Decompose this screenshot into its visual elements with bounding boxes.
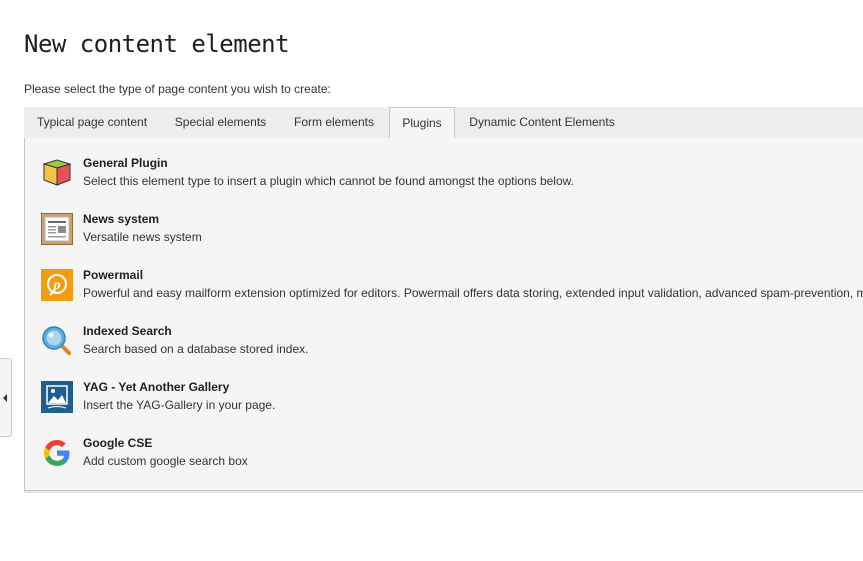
plugin-description: Versatile news system: [83, 230, 202, 244]
cube-icon: [41, 157, 73, 189]
tab-special-elements[interactable]: Special elements: [163, 107, 278, 138]
gallery-icon: [41, 381, 73, 413]
plugin-item-powermail[interactable]: p Powermail Powerful and easy mailform e…: [41, 268, 863, 316]
page-title: New content element: [24, 30, 290, 58]
plugin-item-yag-gallery[interactable]: YAG - Yet Another Gallery Insert the YAG…: [41, 380, 863, 428]
plugins-panel: General Plugin Select this element type …: [24, 138, 863, 491]
plugin-name: General Plugin: [83, 156, 168, 170]
new-content-element-page: New content element Please select the ty…: [0, 0, 863, 561]
content-type-tabs: Typical page content Special elements Fo…: [24, 107, 863, 139]
plugin-item-google-cse[interactable]: Google CSE Add custom google search box: [41, 436, 863, 484]
powermail-icon: p: [41, 269, 73, 301]
instruction-text: Please select the type of page content y…: [24, 82, 331, 96]
plugin-name: Indexed Search: [83, 324, 172, 338]
plugin-description: Powerful and easy mailform extension opt…: [83, 286, 863, 300]
plugin-name: Google CSE: [83, 436, 153, 450]
plugin-name: News system: [83, 212, 160, 226]
magnifier-icon: [41, 325, 73, 357]
tab-plugins[interactable]: Plugins: [389, 107, 455, 139]
plugin-item-news-system[interactable]: News system Versatile news system: [41, 212, 863, 260]
plugin-description: Select this element type to insert a plu…: [83, 174, 574, 188]
plugin-description: Add custom google search box: [83, 454, 248, 468]
tab-dynamic-content-elements[interactable]: Dynamic Content Elements: [458, 107, 626, 138]
tab-form-elements[interactable]: Form elements: [281, 107, 387, 138]
plugin-description: Insert the YAG-Gallery in your page.: [83, 398, 276, 412]
plugin-name: YAG - Yet Another Gallery: [83, 380, 230, 394]
caret-left-icon: [3, 394, 7, 402]
newspaper-icon: [41, 213, 73, 245]
google-icon: [41, 437, 73, 469]
plugin-description: Search based on a database stored index.: [83, 342, 309, 356]
plugin-name: Powermail: [83, 268, 144, 282]
plugin-item-indexed-search[interactable]: Indexed Search Search based on a databas…: [41, 324, 863, 372]
tab-typical-page-content[interactable]: Typical page content: [24, 107, 160, 138]
plugin-item-general-plugin[interactable]: General Plugin Select this element type …: [41, 156, 863, 204]
sidebar-collapse-toggle[interactable]: [0, 358, 12, 437]
